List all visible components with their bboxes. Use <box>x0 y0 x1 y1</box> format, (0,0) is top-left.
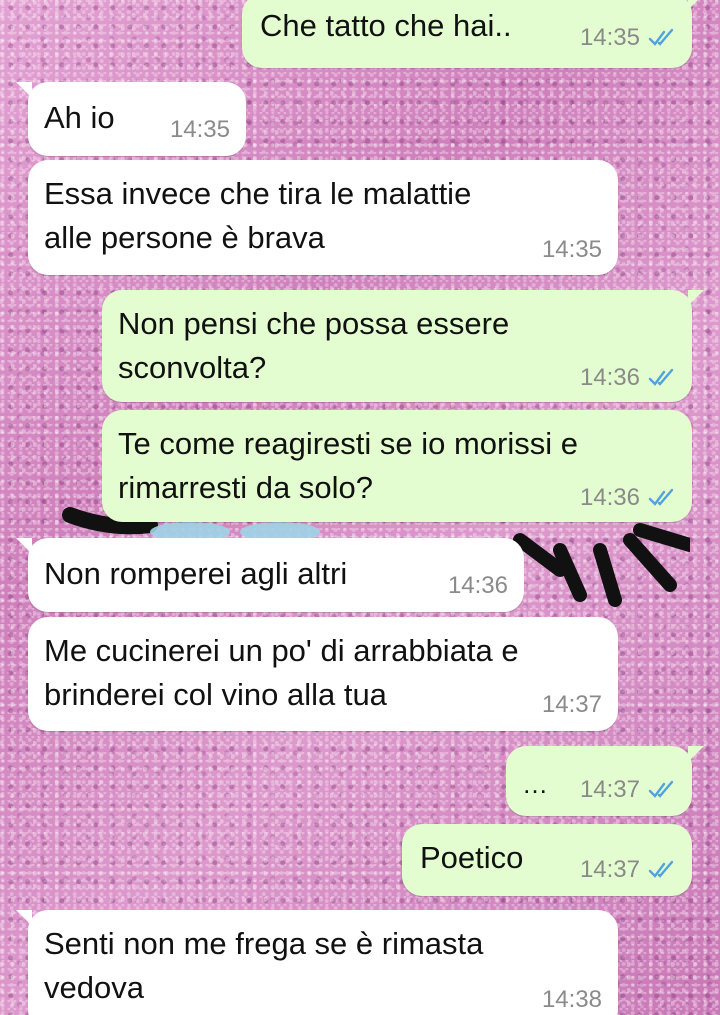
outgoing-message[interactable]: Che tatto che hai.. 14:35 <box>242 0 704 68</box>
double-check-icon <box>648 860 674 878</box>
message-text: Essa invece che tira le malattie <box>44 176 472 211</box>
message-meta: 14:35 <box>170 116 230 144</box>
incoming-message[interactable]: Non romperei agli altri 14:36 <box>16 538 524 612</box>
incoming-message[interactable]: Me cucinerei un po' di arrabbiata e brin… <box>28 617 618 731</box>
message-text: Me cucinerei un po' di arrabbiata e <box>44 633 519 668</box>
message-time: 14:38 <box>541 986 602 1013</box>
message-meta: 14:35 <box>542 236 602 264</box>
message-text: Che tatto che hai.. <box>260 8 512 43</box>
message-text: alle persone è brava <box>44 220 325 255</box>
message-text: Senti non me frega se è rimasta <box>44 926 484 961</box>
message-text: … <box>522 769 548 799</box>
incoming-message[interactable]: Senti non me frega se è rimasta vedova 1… <box>16 910 618 1015</box>
message-time: 14:35 <box>169 116 230 143</box>
message-text: Te come reagiresti se io morissi e <box>118 426 578 461</box>
message-time: 14:35 <box>579 24 640 51</box>
message-text: brinderei col vino alla tua <box>44 677 387 712</box>
message-time: 14:37 <box>541 691 602 718</box>
message-meta: 14:38 <box>542 986 602 1014</box>
message-time: 14:37 <box>579 856 640 883</box>
message-time: 14:36 <box>447 572 508 599</box>
message-text: Non romperei agli altri <box>44 556 348 591</box>
double-check-icon <box>648 780 674 798</box>
message-text: vedova <box>44 970 144 1005</box>
message-meta: 14:37 <box>580 856 678 884</box>
outgoing-message[interactable]: Non pensi che possa essere sconvolta? 14… <box>102 290 704 402</box>
message-meta: 14:36 <box>448 572 508 600</box>
message-meta: 14:36 <box>580 364 678 392</box>
message-meta: 14:35 <box>580 24 678 52</box>
message-text: sconvolta? <box>118 350 267 385</box>
message-time: 14:36 <box>579 364 640 391</box>
message-text: Ah io <box>44 100 115 135</box>
double-check-icon <box>648 488 674 506</box>
outgoing-message[interactable]: Te come reagiresti se io morissi e rimar… <box>102 410 692 522</box>
outgoing-message[interactable]: Poetico 14:37 <box>402 824 692 896</box>
message-text: Poetico <box>420 840 524 875</box>
double-check-icon <box>648 368 674 386</box>
double-check-icon <box>648 28 674 46</box>
message-meta: 14:36 <box>580 484 678 512</box>
message-meta: 14:37 <box>542 691 602 719</box>
message-time: 14:35 <box>541 236 602 263</box>
message-time: 14:37 <box>579 776 640 803</box>
message-time: 14:36 <box>579 484 640 511</box>
message-meta: 14:37 <box>580 776 678 804</box>
message-text: Non pensi che possa essere <box>118 306 510 341</box>
incoming-message[interactable]: Ah io 14:35 <box>16 82 246 156</box>
incoming-message[interactable]: Essa invece che tira le malattie alle pe… <box>28 160 618 275</box>
outgoing-message[interactable]: … 14:37 <box>506 746 704 816</box>
message-text: rimarresti da solo? <box>118 470 373 505</box>
